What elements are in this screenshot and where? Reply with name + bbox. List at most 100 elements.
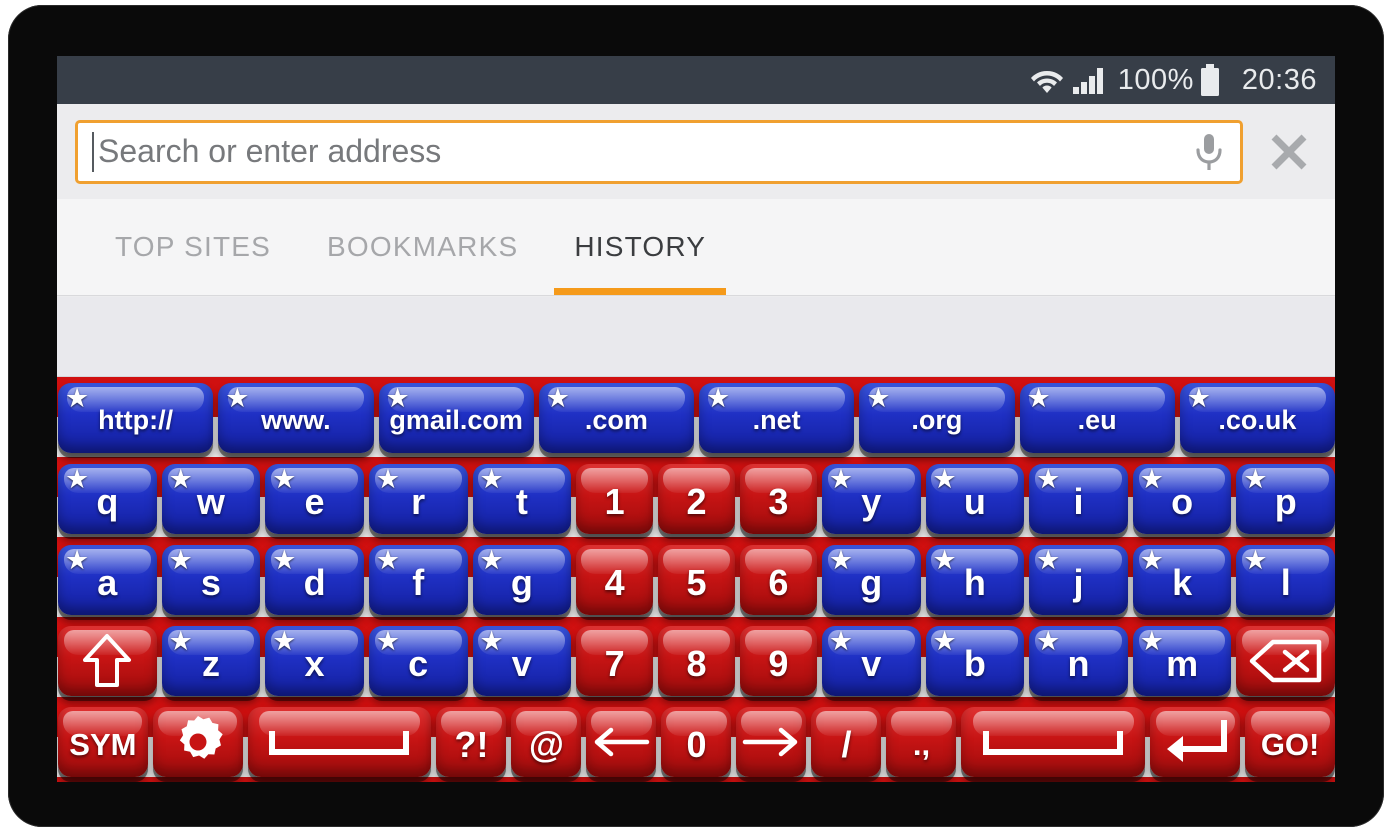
key-2[interactable]: 2 <box>658 463 735 534</box>
key-7[interactable]: 7 <box>576 625 654 696</box>
key-http[interactable]: ★ http:// <box>58 382 214 453</box>
key-i[interactable]: ★ i <box>1029 463 1128 534</box>
tab-bookmarks[interactable]: BOOKMARKS <box>299 199 546 295</box>
key-r[interactable]: ★ r <box>368 463 468 534</box>
key-v[interactable]: ★ v <box>821 625 921 696</box>
key-z[interactable]: ★ z <box>161 625 261 696</box>
key-9[interactable]: 9 <box>739 625 817 696</box>
key-o[interactable]: ★ o <box>1132 463 1232 534</box>
key-w[interactable]: ★ w <box>161 463 261 534</box>
key-www[interactable]: ★ www. <box>218 382 374 453</box>
bottom-row: SYM?! @0 /., GO! <box>57 701 1335 782</box>
key-q[interactable]: ★ q <box>58 463 157 534</box>
key-label: w <box>196 480 225 522</box>
key-5[interactable]: 5 <box>658 544 735 615</box>
star-badge-icon: ★ <box>225 382 250 413</box>
key-b[interactable]: ★ b <box>925 625 1025 696</box>
key-n[interactable]: ★ n <box>1029 625 1128 696</box>
enter-return-key[interactable] <box>1150 706 1241 777</box>
close-button[interactable] <box>1243 120 1335 184</box>
key-net[interactable]: ★ .net <box>699 382 855 453</box>
key-v[interactable]: ★ v <box>472 625 572 696</box>
star-badge-icon: ★ <box>1139 544 1164 575</box>
key-go[interactable]: GO! <box>1245 706 1335 777</box>
key-p[interactable]: ★ p <box>1236 463 1335 534</box>
key-label: 9 <box>768 642 789 684</box>
arrow-left-key[interactable] <box>586 706 657 777</box>
key-[interactable]: ., <box>886 706 957 777</box>
key-a[interactable]: ★ a <box>58 544 157 615</box>
tab-history[interactable]: HISTORY <box>546 199 734 295</box>
star-badge-icon: ★ <box>932 544 957 575</box>
key-3[interactable]: 3 <box>739 463 817 534</box>
key-label: 4 <box>604 561 625 603</box>
key-k[interactable]: ★ k <box>1132 544 1232 615</box>
qwerty-row: ★ q ★ w ★ e ★ r ★ t 1 2 3 ★ y ★ u ★ i ★ o ★ p <box>57 458 1335 539</box>
backspace-key[interactable] <box>1236 625 1335 696</box>
key-g[interactable]: ★ g <box>472 544 572 615</box>
key-label: .eu <box>1077 405 1117 435</box>
history-list-empty <box>57 297 1335 377</box>
key-d[interactable]: ★ d <box>265 544 364 615</box>
space-bar-key[interactable] <box>961 706 1146 777</box>
key-m[interactable]: ★ m <box>1132 625 1232 696</box>
key-l[interactable]: ★ l <box>1236 544 1335 615</box>
key-g[interactable]: ★ g <box>821 544 921 615</box>
shift-up-arrow-key[interactable] <box>58 625 157 696</box>
search-input[interactable]: Search or enter address <box>75 119 1243 184</box>
star-badge-icon: ★ <box>932 463 957 494</box>
key-sym[interactable]: SYM <box>58 706 148 777</box>
key-label: .net <box>752 405 801 435</box>
star-badge-icon: ★ <box>168 544 193 575</box>
space-bar-icon <box>978 725 1128 759</box>
key-x[interactable]: ★ x <box>265 625 364 696</box>
star-badge-icon: ★ <box>375 544 401 575</box>
key-u[interactable]: ★ u <box>925 463 1025 534</box>
key-4[interactable]: 4 <box>576 544 654 615</box>
key-8[interactable]: 8 <box>658 625 735 696</box>
key-s[interactable]: ★ s <box>161 544 261 615</box>
key-label: http:// <box>98 405 174 435</box>
tab-label: TOP SITES <box>115 231 272 262</box>
key-[interactable]: / <box>811 706 882 777</box>
key-y[interactable]: ★ y <box>821 463 921 534</box>
key-label: 5 <box>686 561 707 603</box>
star-badge-icon: ★ <box>1139 625 1164 656</box>
key-t[interactable]: ★ t <box>472 463 572 534</box>
settings-gear-key[interactable] <box>152 706 243 777</box>
key-com[interactable]: ★ .com <box>538 382 694 453</box>
key-h[interactable]: ★ h <box>925 544 1025 615</box>
key-c[interactable]: ★ c <box>368 625 468 696</box>
key-co-uk[interactable]: ★ .co.uk <box>1179 382 1335 453</box>
star-badge-icon: ★ <box>272 544 297 575</box>
tab-top-sites[interactable]: TOP SITES <box>87 199 299 295</box>
key-label: @ <box>528 723 565 765</box>
key-label: o <box>1171 480 1194 522</box>
key-label: e <box>304 480 325 522</box>
battery-percent-label: 100% <box>1117 63 1194 96</box>
key-[interactable]: ?! <box>436 706 507 777</box>
star-badge-icon: ★ <box>272 463 297 494</box>
key-e[interactable]: ★ e <box>265 463 364 534</box>
key-j[interactable]: ★ j <box>1029 544 1128 615</box>
key-[interactable]: @ <box>511 706 582 777</box>
key-label: .com <box>584 405 648 435</box>
key-label: 2 <box>686 480 707 522</box>
key-eu[interactable]: ★ .eu <box>1019 382 1175 453</box>
key-label: d <box>303 561 326 603</box>
key-label: 6 <box>768 561 789 603</box>
settings-gear-icon <box>170 714 226 770</box>
key-1[interactable]: 1 <box>576 463 654 534</box>
key-label: z <box>201 642 220 684</box>
star-badge-icon: ★ <box>932 625 957 656</box>
key-0[interactable]: 0 <box>661 706 732 777</box>
key-org[interactable]: ★ .org <box>859 382 1015 453</box>
space-bar-key[interactable] <box>247 706 432 777</box>
microphone-icon[interactable] <box>1192 131 1226 173</box>
key-gmail-com[interactable]: ★ gmail.com <box>378 382 534 453</box>
arrow-right-key[interactable] <box>736 706 807 777</box>
key-6[interactable]: 6 <box>739 544 817 615</box>
backspace-icon <box>1249 639 1323 683</box>
key-f[interactable]: ★ f <box>368 544 468 615</box>
star-badge-icon: ★ <box>65 463 90 494</box>
